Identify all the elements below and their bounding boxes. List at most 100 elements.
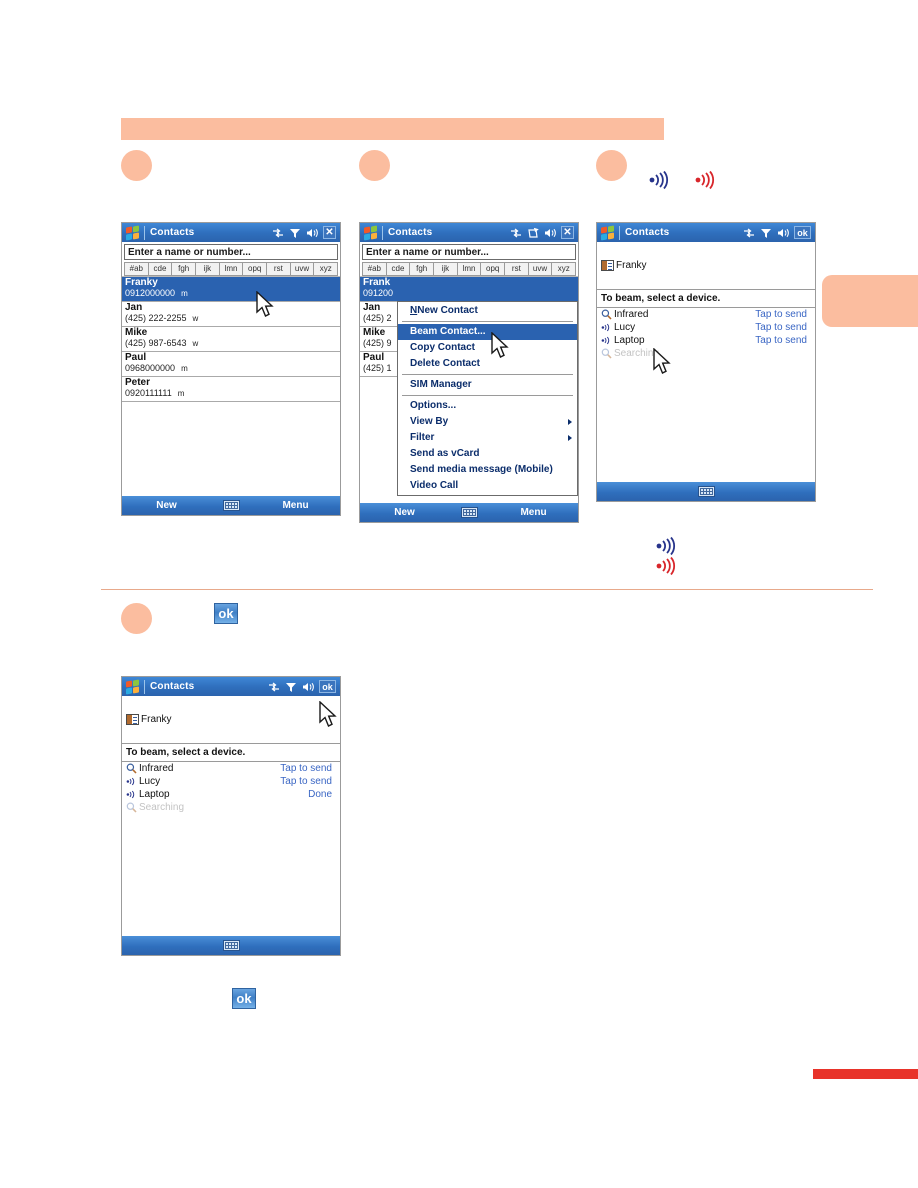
title-separator: [144, 225, 145, 240]
list-empty-area: [122, 814, 340, 936]
alpha-cell[interactable]: ijk: [433, 262, 457, 276]
menu-item-label: Copy Contact: [410, 342, 475, 353]
menu-item-delete-contact[interactable]: Delete Contact: [398, 356, 577, 372]
titlebar: Contacts ok: [122, 677, 340, 696]
alpha-cell[interactable]: fgh: [171, 262, 196, 276]
menu-item-label: Send as vCard: [410, 448, 480, 459]
search-input[interactable]: Enter a name or number...: [362, 244, 576, 260]
titlebar-icons: ✕: [272, 226, 338, 239]
close-icon[interactable]: ✕: [323, 226, 336, 239]
speaker-icon[interactable]: [544, 227, 556, 239]
device-name: Searching: [614, 348, 660, 359]
menu-item-beam-contact[interactable]: Beam Contact...: [398, 324, 577, 340]
menu-item-label: Delete Contact: [410, 358, 481, 369]
softkey-new[interactable]: New: [360, 507, 449, 518]
rotate-icon[interactable]: [527, 227, 539, 239]
speaker-icon[interactable]: [777, 227, 789, 239]
contact-row-peter[interactable]: Peter 0920111111 m: [122, 377, 340, 402]
menu-item-video-call[interactable]: Video Call: [398, 478, 577, 494]
softkey-keyboard[interactable]: [449, 507, 489, 518]
menu-item-send-media-message[interactable]: Send media message (Mobile): [398, 462, 577, 478]
device-row-infrared[interactable]: Infrared Tap to send: [597, 308, 815, 321]
device-row-laptop[interactable]: Laptop Done: [122, 788, 340, 801]
contact-number: (425) 987-6543 w: [125, 338, 337, 349]
connectivity-icon[interactable]: [268, 681, 280, 693]
alpha-cell[interactable]: opq: [242, 262, 267, 276]
menu-item-new-contact[interactable]: NNew Contact: [398, 303, 577, 319]
contacts-list: Franky 0912000000 m Jan (425) 222-2255 w M…: [122, 276, 340, 402]
alpha-cell[interactable]: opq: [480, 262, 505, 276]
connectivity-icon[interactable]: [272, 227, 284, 239]
menu-item-send-as-vcard[interactable]: Send as vCard: [398, 446, 577, 462]
alpha-cell[interactable]: rst: [266, 262, 290, 276]
speaker-icon[interactable]: [306, 227, 318, 239]
alpha-cell[interactable]: xyz: [551, 262, 577, 276]
alpha-index-bar[interactable]: #ab cde fgh ijk lmn opq rst uvw xyz: [124, 262, 339, 276]
keyboard-icon[interactable]: [697, 486, 715, 497]
keyboard-icon[interactable]: [460, 507, 478, 518]
menu-item-options[interactable]: Options...: [398, 398, 577, 414]
keyboard-icon[interactable]: [222, 940, 240, 951]
redacted-step-marker-3: [596, 150, 627, 181]
keyboard-icon[interactable]: [222, 500, 240, 511]
softkey-keyboard[interactable]: [211, 500, 251, 511]
device-row-lucy[interactable]: Lucy Tap to send: [122, 775, 340, 788]
softkey-bar: [597, 482, 815, 501]
menu-item-view-by[interactable]: View By: [398, 414, 577, 430]
alpha-cell[interactable]: xyz: [313, 262, 339, 276]
signal-icon[interactable]: [285, 681, 297, 693]
close-icon[interactable]: ✕: [561, 226, 574, 239]
title-separator: [382, 225, 383, 240]
alpha-cell[interactable]: #ab: [124, 262, 148, 276]
device-row-lucy[interactable]: Lucy Tap to send: [597, 321, 815, 334]
magnifier-icon: [601, 309, 612, 320]
contact-row-frank[interactable]: Frank 091200: [360, 277, 578, 302]
menu-item-copy-contact[interactable]: Copy Contact: [398, 340, 577, 356]
device-row-laptop[interactable]: Laptop Tap to send: [597, 334, 815, 347]
titlebar: Contacts ✕: [122, 223, 340, 242]
softkey-new[interactable]: New: [122, 500, 211, 511]
contact-row-jan[interactable]: Jan (425) 222-2255 w: [122, 302, 340, 327]
search-input[interactable]: Enter a name or number...: [124, 244, 338, 260]
alpha-cell[interactable]: #ab: [362, 262, 386, 276]
contact-row-mike[interactable]: Mike (425) 987-6543 w: [122, 327, 340, 352]
softkey-menu[interactable]: Menu: [489, 507, 578, 518]
alpha-cell[interactable]: cde: [147, 262, 172, 276]
screen-body: Enter a name or number... #ab cde fgh ij…: [360, 244, 578, 503]
contact-row-paul[interactable]: Paul 0968000000 m: [122, 352, 340, 377]
alpha-cell[interactable]: lmn: [218, 262, 243, 276]
softkey-bar: [122, 936, 340, 955]
softkey-menu[interactable]: Menu: [251, 500, 340, 511]
alpha-cell[interactable]: uvw: [527, 262, 552, 276]
signal-icon[interactable]: [760, 227, 772, 239]
menu-item-sim-manager[interactable]: SIM Manager: [398, 377, 577, 393]
device-row-infrared[interactable]: Infrared Tap to send: [122, 762, 340, 775]
alpha-cell[interactable]: uvw: [289, 262, 314, 276]
speaker-icon[interactable]: [302, 681, 314, 693]
signal-icon[interactable]: [289, 227, 301, 239]
device-name: Lucy: [614, 322, 636, 333]
ok-button[interactable]: ok: [794, 226, 811, 239]
alpha-cell[interactable]: rst: [504, 262, 528, 276]
alpha-cell[interactable]: fgh: [409, 262, 434, 276]
connectivity-icon[interactable]: [510, 227, 522, 239]
device-row-searching: Searching: [122, 801, 340, 814]
device-name: Laptop: [614, 335, 645, 346]
softkey-keyboard[interactable]: [686, 486, 726, 497]
softkey-keyboard[interactable]: [211, 940, 251, 951]
magnifier-icon: [601, 348, 612, 359]
context-menu[interactable]: NNew Contact Beam Contact... Copy Contac…: [397, 301, 578, 496]
alpha-cell[interactable]: lmn: [456, 262, 481, 276]
ok-button[interactable]: ok: [319, 680, 336, 693]
alpha-cell[interactable]: cde: [385, 262, 410, 276]
alpha-cell[interactable]: ijk: [195, 262, 219, 276]
contact-row-franky[interactable]: Franky 0912000000 m: [122, 277, 340, 302]
contact-number: 091200: [363, 288, 394, 298]
menu-item-filter[interactable]: Filter: [398, 430, 577, 446]
contact-number-type: w: [192, 314, 199, 323]
connectivity-icon[interactable]: [743, 227, 755, 239]
contact-number-text: 0968000000: [125, 363, 176, 373]
contact-name: Paul: [125, 352, 147, 363]
alpha-index-bar[interactable]: #ab cde fgh ijk lmn opq rst uvw xyz: [362, 262, 577, 276]
page-side-tab: [822, 275, 918, 327]
